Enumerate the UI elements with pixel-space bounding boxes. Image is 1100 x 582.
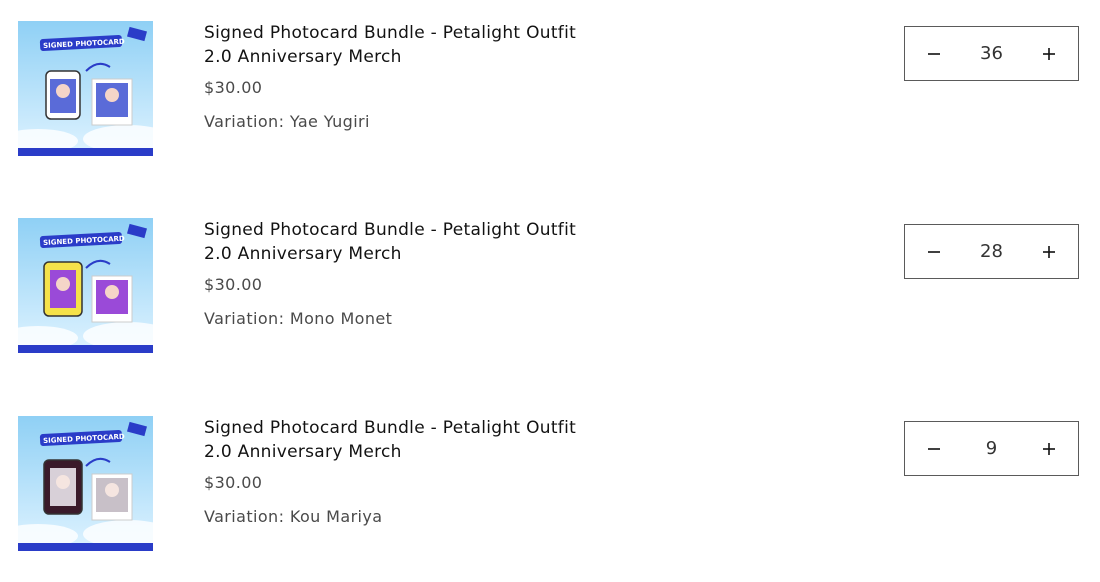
quantity-input[interactable]: [963, 422, 1020, 475]
product-title[interactable]: Signed Photocard Bundle - Petalight Outf…: [204, 21, 604, 69]
cart-item: SIGNED PHOTOCARD Signed Photocard Bundle…: [0, 416, 1100, 556]
decrease-quantity-button[interactable]: [905, 422, 963, 475]
product-title-line[interactable]: Signed Photocard Bundle - Petalight Outf…: [204, 218, 604, 242]
product-title[interactable]: Signed Photocard Bundle - Petalight Outf…: [204, 416, 604, 464]
product-image[interactable]: SIGNED PHOTOCARD: [18, 416, 153, 551]
product-image[interactable]: SIGNED PHOTOCARD: [18, 21, 153, 156]
product-variation: Variation: Kou Mariya: [204, 507, 383, 526]
product-price: $30.00: [204, 275, 263, 294]
quantity-input[interactable]: [963, 225, 1020, 278]
product-variation: Variation: Mono Monet: [204, 309, 393, 328]
product-title-line[interactable]: Signed Photocard Bundle - Petalight Outf…: [204, 416, 604, 440]
increase-quantity-button[interactable]: [1020, 225, 1078, 278]
quantity-input[interactable]: [963, 27, 1020, 80]
product-price: $30.00: [204, 473, 263, 492]
product-title[interactable]: Signed Photocard Bundle - Petalight Outf…: [204, 218, 604, 266]
cart-item: SIGNED PHOTOCARD Signed Photocard Bundle…: [0, 21, 1100, 161]
product-price: $30.00: [204, 78, 263, 97]
decrease-quantity-button[interactable]: [905, 27, 963, 80]
quantity-stepper: [904, 26, 1079, 81]
product-variation: Variation: Yae Yugiri: [204, 112, 370, 131]
product-title-line[interactable]: 2.0 Anniversary Merch: [204, 242, 604, 266]
product-title-line[interactable]: Signed Photocard Bundle - Petalight Outf…: [204, 21, 604, 45]
quantity-stepper: [904, 421, 1079, 476]
decrease-quantity-button[interactable]: [905, 225, 963, 278]
cart-item: SIGNED PHOTOCARD Signed Photocard Bundle…: [0, 218, 1100, 358]
increase-quantity-button[interactable]: [1020, 27, 1078, 80]
quantity-stepper: [904, 224, 1079, 279]
increase-quantity-button[interactable]: [1020, 422, 1078, 475]
product-image[interactable]: SIGNED PHOTOCARD: [18, 218, 153, 353]
plus-icon: [1043, 245, 1055, 258]
minus-icon: [928, 250, 940, 253]
plus-icon: [1043, 47, 1055, 60]
product-title-line[interactable]: 2.0 Anniversary Merch: [204, 45, 604, 69]
product-title-line[interactable]: 2.0 Anniversary Merch: [204, 440, 604, 464]
minus-icon: [928, 447, 940, 450]
plus-icon: [1043, 442, 1055, 455]
minus-icon: [928, 52, 940, 55]
